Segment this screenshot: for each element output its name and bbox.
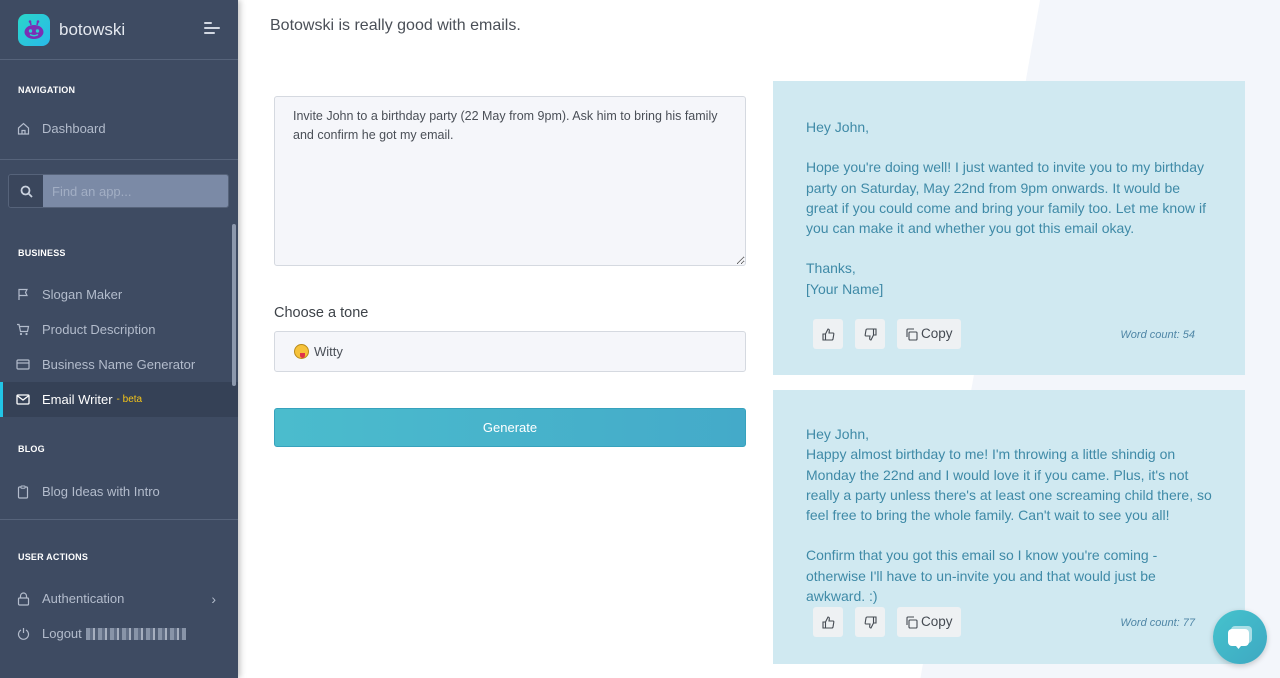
email-paragraph: Hope you're doing well! I just wanted to… — [806, 159, 1206, 237]
sidebar-item-email-writer[interactable]: Email Writer - beta — [0, 382, 238, 417]
cart-icon — [16, 323, 30, 337]
section-title-blog: BLOG — [18, 444, 45, 454]
sidebar-item-dashboard[interactable]: Dashboard — [0, 111, 238, 146]
clipboard-icon — [16, 485, 30, 499]
thumbs-down-icon — [864, 615, 877, 629]
sidebar-item-product-description[interactable]: Product Description — [0, 312, 238, 347]
sidebar-item-business-name-generator[interactable]: Business Name Generator — [0, 347, 238, 382]
sidebar-item-logout[interactable]: Logout — [0, 616, 238, 651]
sidebar-scrollbar[interactable] — [232, 224, 236, 386]
mail-icon — [16, 393, 30, 407]
search-button[interactable] — [9, 175, 43, 207]
thumbs-up-icon — [821, 327, 834, 341]
copy-icon — [906, 327, 918, 341]
search-icon — [20, 185, 33, 198]
email-signature: [Your Name] — [806, 280, 884, 297]
email-greeting: Hey John, — [806, 426, 870, 442]
sidebar-item-blog-ideas[interactable]: Blog Ideas with Intro — [0, 474, 238, 509]
thumbs-down-icon — [864, 327, 877, 341]
word-count: Word count: 77 — [1120, 617, 1195, 629]
email-paragraph: Happy almost birthday to me! I'm throwin… — [806, 446, 1212, 524]
section-title-user-actions: USER ACTIONS — [18, 552, 89, 562]
sidebar-item-label: Logout — [42, 626, 82, 641]
home-icon — [16, 122, 30, 136]
divider — [0, 159, 238, 160]
copy-label: Copy — [921, 325, 953, 341]
sidebar: botowski NAVIGATION Dashboard BUSINESS S… — [0, 0, 238, 678]
sidebar-item-label: Blog Ideas with Intro — [42, 484, 160, 499]
flag-icon — [16, 288, 30, 302]
menu-toggle-icon[interactable] — [204, 22, 220, 36]
thumbs-up-icon — [821, 615, 834, 629]
card-icon — [16, 358, 30, 372]
email-greeting: Hey John, — [806, 119, 870, 135]
redacted-username — [85, 627, 186, 640]
sidebar-item-slogan-maker[interactable]: Slogan Maker — [0, 277, 238, 312]
sidebar-item-label: Business Name Generator — [42, 357, 196, 372]
copy-button[interactable]: Copy — [897, 607, 961, 637]
sidebar-item-label: Product Description — [42, 322, 156, 337]
winking-tongue-emoji-icon — [294, 344, 309, 359]
sidebar-item-label: Authentication — [42, 591, 125, 606]
prompt-input[interactable]: Invite John to a birthday party (22 May … — [274, 96, 746, 266]
brand-name: botowski — [59, 19, 126, 39]
beta-badge: - beta — [116, 394, 143, 405]
chat-widget-button[interactable] — [1213, 610, 1267, 664]
copy-icon — [906, 615, 918, 629]
botowski-logo-icon[interactable] — [18, 13, 50, 46]
search-input[interactable] — [43, 175, 228, 207]
thumbs-down-button[interactable] — [855, 607, 885, 637]
sidebar-item-authentication[interactable]: Authentication › — [0, 581, 238, 616]
brand-header: botowski — [0, 0, 238, 60]
result-actions: Copy — [813, 319, 961, 349]
thumbs-down-button[interactable] — [855, 319, 885, 349]
main-content: Botowski is really good with emails. Inv… — [238, 0, 1280, 678]
sidebar-item-label: Dashboard — [42, 121, 106, 136]
sidebar-item-label: Email Writer — [42, 392, 113, 407]
tone-label: Choose a tone — [274, 305, 369, 321]
word-count: Word count: 54 — [1120, 329, 1195, 341]
tone-select[interactable]: Witty — [274, 331, 746, 372]
chat-bubble-icon — [1228, 626, 1252, 649]
power-icon — [16, 627, 30, 641]
thumbs-up-button[interactable] — [813, 607, 843, 637]
thumbs-up-button[interactable] — [813, 319, 843, 349]
result-actions: Copy — [813, 607, 961, 637]
email-paragraph: Confirm that you got this email so I kno… — [806, 547, 1158, 605]
page-heading: Botowski is really good with emails. — [270, 17, 521, 34]
generate-button[interactable]: Generate — [274, 408, 746, 447]
result-card: Hey John, Happy almost birthday to me! I… — [773, 390, 1245, 664]
tone-selected-value: Witty — [314, 344, 343, 359]
lock-icon — [16, 591, 30, 606]
chevron-right-icon: › — [211, 590, 216, 607]
copy-button[interactable]: Copy — [897, 319, 961, 349]
sidebar-item-label: Slogan Maker — [42, 287, 123, 302]
app-search — [8, 174, 229, 208]
section-title-navigation: NAVIGATION — [18, 85, 76, 95]
result-card: Hey John, Hope you're doing well! I just… — [773, 81, 1245, 375]
section-title-business: BUSINESS — [18, 248, 66, 258]
copy-label: Copy — [921, 613, 953, 629]
email-signoff: Thanks, — [806, 260, 856, 277]
